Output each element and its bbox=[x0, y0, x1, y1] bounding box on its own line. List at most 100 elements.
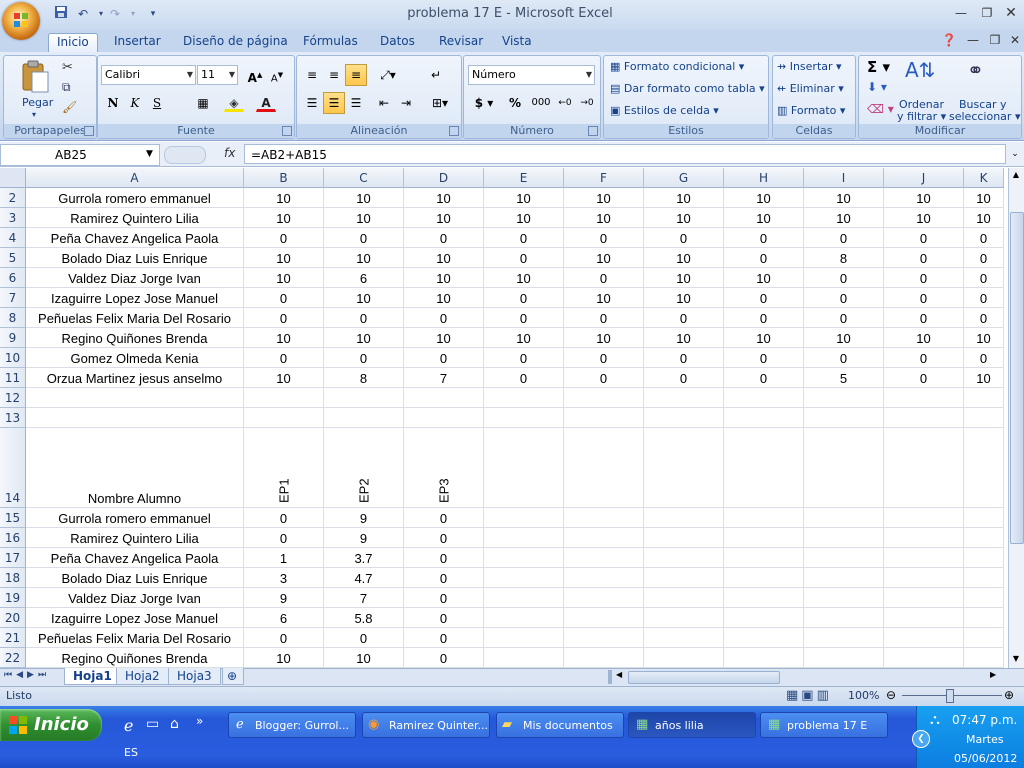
cell-h19[interactable] bbox=[724, 588, 804, 608]
app-quicklaunch-icon[interactable]: ⌂ bbox=[170, 716, 179, 732]
row-header-6[interactable]: 6 bbox=[0, 268, 26, 288]
cell-b13[interactable] bbox=[244, 408, 324, 428]
scroll-right-icon[interactable]: ▶ bbox=[990, 670, 996, 679]
sheet-tab-hoja2[interactable]: Hoja2 bbox=[116, 668, 169, 685]
cell-a2[interactable]: Gurrola romero emmanuel bbox=[26, 188, 244, 208]
cell-b21[interactable]: 0 bbox=[244, 628, 324, 648]
cell-i21[interactable] bbox=[804, 628, 884, 648]
more-quicklaunch-icon[interactable]: » bbox=[196, 714, 203, 728]
cell-b17[interactable]: 1 bbox=[244, 548, 324, 568]
cell-h22[interactable] bbox=[724, 648, 804, 668]
row-header-20[interactable]: 20 bbox=[0, 608, 26, 628]
cell-k16[interactable] bbox=[964, 528, 1004, 548]
row-header-7[interactable]: 7 bbox=[0, 288, 26, 308]
paste-icon[interactable] bbox=[20, 60, 50, 94]
language-indicator[interactable]: ES bbox=[124, 746, 138, 759]
paste-dropdown-icon[interactable]: ▾ bbox=[32, 110, 36, 119]
autosum-icon[interactable]: Σ ▾ bbox=[867, 58, 890, 76]
expand-formula-icon[interactable]: ⌄ bbox=[1008, 146, 1022, 162]
cell-h4[interactable]: 0 bbox=[724, 228, 804, 248]
cell-e16[interactable] bbox=[484, 528, 564, 548]
cell-i20[interactable] bbox=[804, 608, 884, 628]
cell-k10[interactable]: 0 bbox=[964, 348, 1004, 368]
cell-h17[interactable] bbox=[724, 548, 804, 568]
cell-f14[interactable] bbox=[564, 428, 644, 508]
cell-d21[interactable]: 0 bbox=[404, 628, 484, 648]
number-format-select[interactable]: Número ▼ bbox=[468, 65, 595, 85]
cell-f21[interactable] bbox=[564, 628, 644, 648]
column-header-d[interactable]: D bbox=[404, 168, 484, 188]
cell-d4[interactable]: 0 bbox=[404, 228, 484, 248]
cell-j9[interactable]: 10 bbox=[884, 328, 964, 348]
view-buttons[interactable]: ▦▣▥ bbox=[786, 688, 832, 703]
cell-j17[interactable] bbox=[884, 548, 964, 568]
row-header-5[interactable]: 5 bbox=[0, 248, 26, 268]
sheet-tab-hoja3[interactable]: Hoja3 bbox=[168, 668, 221, 685]
cell-b8[interactable]: 0 bbox=[244, 308, 324, 328]
cell-c7[interactable]: 10 bbox=[324, 288, 404, 308]
cell-e6[interactable]: 10 bbox=[484, 268, 564, 288]
sheet-nav-icons[interactable]: ⏮◀▶⏭ bbox=[4, 670, 50, 680]
cell-b2[interactable]: 10 bbox=[244, 188, 324, 208]
cell-b19[interactable]: 9 bbox=[244, 588, 324, 608]
cell-c15[interactable]: 9 bbox=[324, 508, 404, 528]
cell-f15[interactable] bbox=[564, 508, 644, 528]
sort-filter-icon[interactable]: A⇅ bbox=[905, 58, 935, 82]
cell-g17[interactable] bbox=[644, 548, 724, 568]
cell-c16[interactable]: 9 bbox=[324, 528, 404, 548]
cell-d11[interactable]: 7 bbox=[404, 368, 484, 388]
cell-k3[interactable]: 10 bbox=[964, 208, 1004, 228]
cell-a12[interactable] bbox=[26, 388, 244, 408]
cell-h16[interactable] bbox=[724, 528, 804, 548]
column-header-k[interactable]: K bbox=[964, 168, 1004, 188]
cell-g4[interactable]: 0 bbox=[644, 228, 724, 248]
cell-f7[interactable]: 10 bbox=[564, 288, 644, 308]
workbook-restore-icon[interactable]: ❐ bbox=[984, 32, 1006, 48]
cell-a5[interactable]: Bolado Diaz Luis Enrique bbox=[26, 248, 244, 268]
cell-c3[interactable]: 10 bbox=[324, 208, 404, 228]
cell-f11[interactable]: 0 bbox=[564, 368, 644, 388]
cell-g2[interactable]: 10 bbox=[644, 188, 724, 208]
cell-b9[interactable]: 10 bbox=[244, 328, 324, 348]
formula-input[interactable]: =AB2+AB15 bbox=[244, 144, 1006, 164]
cell-d19[interactable]: 0 bbox=[404, 588, 484, 608]
cell-j8[interactable]: 0 bbox=[884, 308, 964, 328]
cell-d5[interactable]: 10 bbox=[404, 248, 484, 268]
cell-i9[interactable]: 10 bbox=[804, 328, 884, 348]
cell-c14[interactable]: EP2 bbox=[324, 428, 404, 508]
row-header-11[interactable]: 11 bbox=[0, 368, 26, 388]
row-header-10[interactable]: 10 bbox=[0, 348, 26, 368]
ie-quicklaunch-icon[interactable]: ℯ bbox=[124, 716, 133, 735]
row-header-12[interactable]: 12 bbox=[0, 388, 26, 408]
fill-color-icon[interactable]: ◈ bbox=[224, 92, 244, 112]
cell-c13[interactable] bbox=[324, 408, 404, 428]
cell-g13[interactable] bbox=[644, 408, 724, 428]
sheet-tab-hoja1[interactable]: Hoja1 bbox=[64, 668, 121, 685]
cell-i14[interactable] bbox=[804, 428, 884, 508]
cell-h8[interactable]: 0 bbox=[724, 308, 804, 328]
cell-c5[interactable]: 10 bbox=[324, 248, 404, 268]
font-name-select[interactable]: Calibri ▼ bbox=[101, 65, 196, 85]
cell-i7[interactable]: 0 bbox=[804, 288, 884, 308]
cell-d9[interactable]: 10 bbox=[404, 328, 484, 348]
cell-i18[interactable] bbox=[804, 568, 884, 588]
conditional-format-button[interactable]: ▦ Formato condicional ▾ bbox=[610, 60, 744, 73]
redo-icon[interactable]: ↷ bbox=[106, 5, 124, 23]
row-header-4[interactable]: 4 bbox=[0, 228, 26, 248]
cell-g7[interactable]: 10 bbox=[644, 288, 724, 308]
task-mis-documentos[interactable]: Mis documentos bbox=[496, 712, 624, 738]
cell-f13[interactable] bbox=[564, 408, 644, 428]
cell-j15[interactable] bbox=[884, 508, 964, 528]
row-header-2[interactable]: 2 bbox=[0, 188, 26, 208]
cell-e8[interactable]: 0 bbox=[484, 308, 564, 328]
customize-toolbar-icon[interactable]: ▾ bbox=[144, 5, 162, 23]
cell-b10[interactable]: 0 bbox=[244, 348, 324, 368]
cell-d12[interactable] bbox=[404, 388, 484, 408]
row-header-22[interactable]: 22 bbox=[0, 648, 26, 668]
cell-b7[interactable]: 0 bbox=[244, 288, 324, 308]
merge-center-icon[interactable]: ⊞▾ bbox=[425, 92, 455, 114]
cell-d22[interactable]: 0 bbox=[404, 648, 484, 668]
cell-e15[interactable] bbox=[484, 508, 564, 528]
zoom-level[interactable]: 100% bbox=[848, 689, 879, 702]
cell-i4[interactable]: 0 bbox=[804, 228, 884, 248]
